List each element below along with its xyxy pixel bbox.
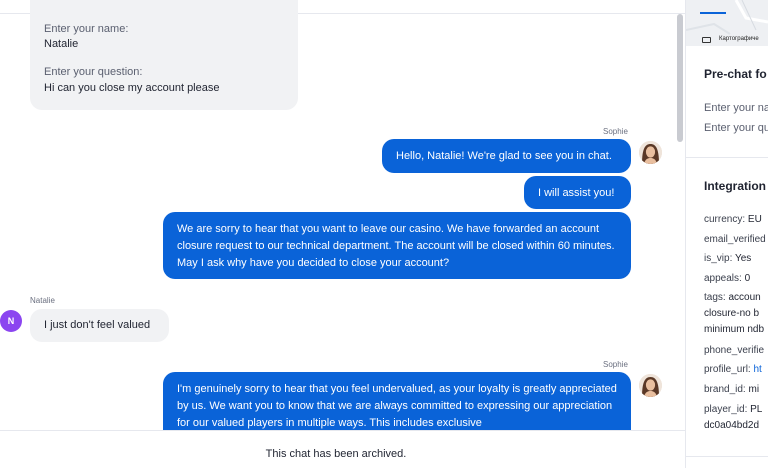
row-value: 0: [744, 273, 751, 284]
sender-name: Sophie: [603, 360, 628, 369]
row-value: accoun: [728, 292, 761, 303]
question-label: Enter your question:: [44, 66, 143, 78]
integration-row-continued: closure-no b: [704, 308, 759, 319]
integration-row: player_id: PL: [704, 404, 762, 415]
sender-name: Natalie: [30, 296, 55, 305]
prechat-field: Enter your na: [704, 102, 768, 114]
row-value: minimum ndb: [704, 324, 765, 335]
section-divider: [686, 157, 768, 158]
integration-row: brand_id: mi: [704, 384, 759, 395]
integration-row: is_vip: Yes: [704, 253, 751, 264]
name-value: Natalie: [44, 38, 79, 50]
agent-avatar: [639, 141, 662, 164]
map-thumbnail[interactable]: Картографиче: [686, 0, 768, 46]
integration-row: profile_url: ht: [704, 364, 762, 375]
prechat-form-card: Enter your name: Natalie Enter your ques…: [30, 0, 298, 110]
integration-row-continued: dc0a04bd2d: [704, 420, 759, 431]
integration-section-title: Integration: [704, 179, 766, 193]
section-divider: [686, 456, 768, 457]
app-root: Enter your name: Natalie Enter your ques…: [0, 0, 768, 468]
user-avatar: N: [0, 310, 22, 332]
row-value: EU: [747, 214, 762, 225]
name-label: Enter your name:: [44, 23, 129, 35]
profile-link[interactable]: ht: [753, 364, 761, 375]
row-value: PL: [750, 404, 763, 415]
details-panel: Картографиче Pre-chat fo Enter your na E…: [686, 0, 768, 468]
row-key: brand_id:: [704, 384, 746, 395]
integration-row: tags: accoun: [704, 292, 761, 303]
row-key: appeals:: [704, 273, 742, 284]
integration-row: currency: EU: [704, 214, 762, 225]
integration-row: phone_verifie: [704, 345, 764, 356]
row-value: Yes: [734, 253, 752, 264]
row-key: currency:: [704, 214, 746, 225]
agent-message: I'm genuinely sorry to hear that you fee…: [163, 372, 631, 430]
row-key: is_vip:: [704, 253, 733, 264]
row-key: tags:: [704, 292, 726, 303]
agent-message: I will assist you!: [524, 176, 631, 209]
prechat-section-title: Pre-chat fo: [704, 67, 767, 81]
row-key: phone_verifie: [704, 345, 765, 356]
agent-avatar: [639, 374, 662, 397]
row-key: player_id:: [704, 404, 748, 415]
integration-row: email_verified: [704, 234, 766, 245]
user-message: I just don't feel valued: [30, 309, 169, 342]
agent-message: Hello, Natalie! We're glad to see you in…: [382, 139, 631, 173]
prechat-field: Enter your qu: [704, 122, 768, 134]
agent-message-clip: I'm genuinely sorry to hear that you fee…: [163, 372, 631, 430]
row-value: mi: [748, 384, 760, 395]
question-value: Hi can you close my account please: [44, 82, 220, 94]
keyboard-icon: [702, 37, 711, 43]
integration-row: appeals: 0: [704, 273, 750, 284]
sender-name: Sophie: [603, 127, 628, 136]
archived-footer: This chat has been archived.: [0, 430, 686, 468]
row-key: email_verified: [704, 234, 766, 245]
archived-notice: This chat has been archived.: [265, 448, 407, 460]
row-value: dc0a04bd2d: [704, 420, 760, 431]
chat-transcript[interactable]: Enter your name: Natalie Enter your ques…: [0, 0, 686, 468]
panel-tab-indicator: [700, 12, 726, 14]
chat-scrollbar-thumb[interactable]: [677, 14, 683, 142]
agent-message: We are sorry to hear that you want to le…: [163, 212, 631, 279]
row-value: closure-no b: [704, 308, 760, 319]
integration-row-continued: minimum ndb: [704, 324, 764, 335]
map-attribution: Картографиче: [719, 36, 759, 42]
row-key: profile_url:: [704, 364, 751, 375]
